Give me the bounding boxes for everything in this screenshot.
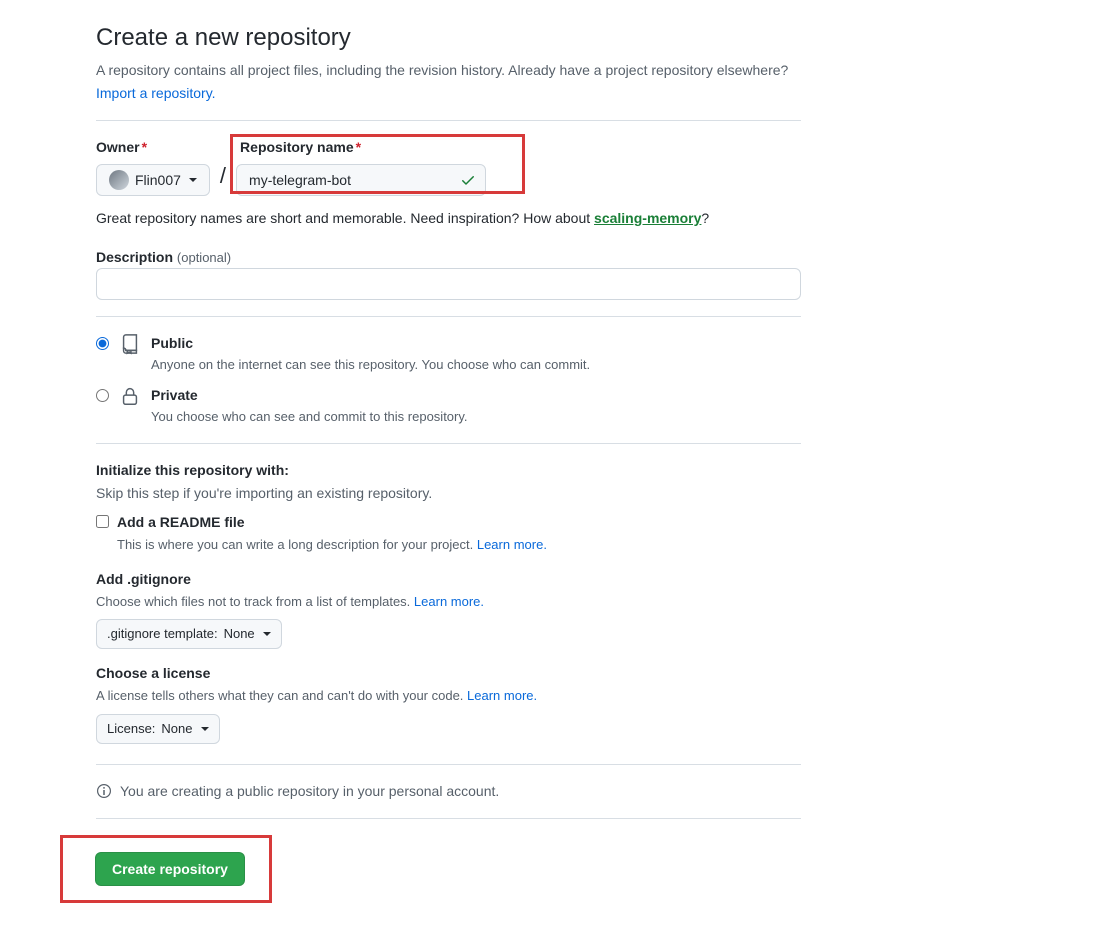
create-repository-button[interactable]: Create repository (95, 852, 245, 886)
readme-learn-link[interactable]: Learn more. (477, 537, 547, 552)
divider (96, 818, 801, 819)
public-radio[interactable] (96, 337, 109, 350)
info-icon (96, 783, 112, 799)
divider (96, 120, 801, 121)
license-learn-link[interactable]: Learn more. (467, 688, 537, 703)
private-sub: You choose who can see and commit to thi… (151, 409, 468, 424)
slash-separator: / (220, 159, 226, 192)
gitignore-sub: Choose which files not to track from a l… (96, 592, 801, 612)
public-title: Public (151, 333, 590, 354)
license-label: Choose a license (96, 663, 801, 684)
private-radio[interactable] (96, 389, 109, 402)
license-select-button[interactable]: License: None (96, 714, 220, 744)
license-sub: A license tells others what they can and… (96, 686, 801, 706)
divider (96, 764, 801, 765)
import-link[interactable]: Import a repository. (96, 85, 216, 101)
avatar (109, 170, 129, 190)
init-title: Initialize this repository with: (96, 460, 801, 481)
repo-name-label: Repository name* (240, 137, 486, 158)
caret-down-icon (201, 727, 209, 731)
gitignore-select-button[interactable]: .gitignore template: None (96, 619, 282, 649)
description-label: Description (optional) (96, 249, 231, 265)
page-subtitle: A repository contains all project files,… (96, 60, 801, 81)
info-text: You are creating a public repository in … (120, 781, 499, 802)
repo-icon (119, 333, 141, 355)
description-input[interactable] (96, 268, 801, 300)
readme-label: Add a README file (117, 512, 547, 533)
private-title: Private (151, 385, 468, 406)
suggestion-link[interactable]: scaling-memory (594, 210, 701, 226)
public-sub: Anyone on the internet can see this repo… (151, 357, 590, 372)
init-sub: Skip this step if you're importing an ex… (96, 483, 801, 504)
owner-label: Owner* (96, 137, 210, 158)
owner-value: Flin007 (135, 170, 181, 190)
page-title: Create a new repository (96, 20, 801, 56)
owner-select-button[interactable]: Flin007 (96, 164, 210, 196)
lock-icon (119, 385, 141, 407)
check-icon (460, 172, 476, 188)
readme-checkbox[interactable] (96, 515, 109, 528)
divider (96, 443, 801, 444)
name-hint: Great repository names are short and mem… (96, 208, 801, 229)
gitignore-learn-link[interactable]: Learn more. (414, 594, 484, 609)
caret-down-icon (189, 178, 197, 182)
readme-sub: This is where you can write a long descr… (117, 535, 547, 555)
highlight-annotation: Create repository (60, 835, 272, 903)
gitignore-label: Add .gitignore (96, 569, 801, 590)
repo-name-input[interactable] (236, 164, 486, 196)
caret-down-icon (263, 632, 271, 636)
divider (96, 316, 801, 317)
